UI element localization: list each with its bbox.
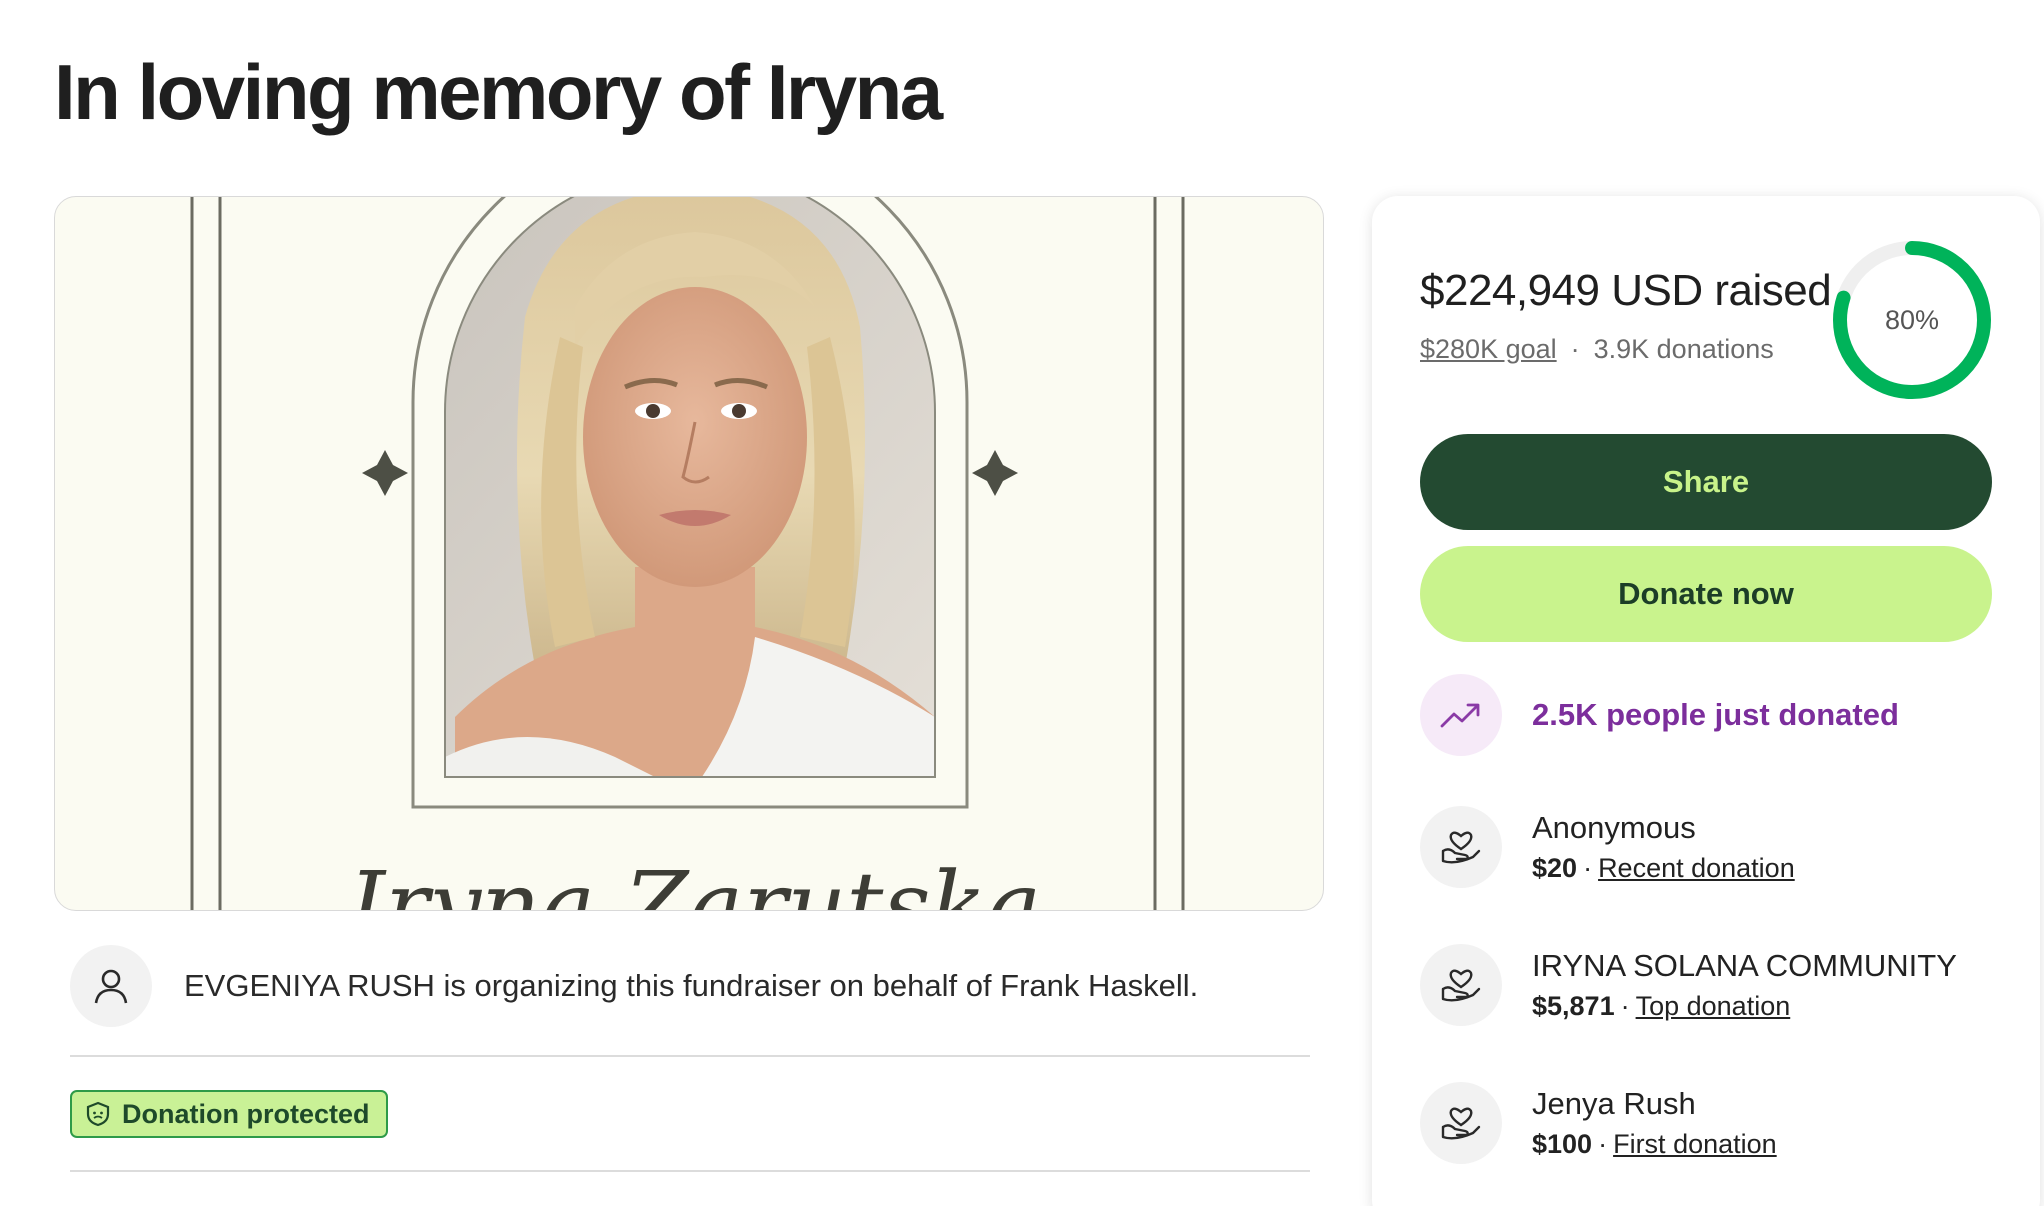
divider bbox=[70, 1170, 1310, 1172]
page-title: In loving memory of Iryna bbox=[54, 48, 943, 136]
progress-percent: 80% bbox=[1884, 304, 1940, 335]
donation-count: 3.9K donations bbox=[1593, 334, 1774, 364]
person-icon bbox=[94, 969, 128, 1004]
donor-item: Anonymous $20 · Recent donation bbox=[1420, 806, 1795, 888]
donor-icon-circle bbox=[1420, 944, 1502, 1026]
organizer-avatar[interactable] bbox=[70, 945, 152, 1027]
goal-stats: $280K goal · 3.9K donations bbox=[1420, 334, 1774, 365]
share-button[interactable]: Share bbox=[1420, 434, 1992, 530]
donation-card: $224,949 USD raised $280K goal · 3.9K do… bbox=[1372, 196, 2040, 1206]
donor-amount: $20 bbox=[1532, 853, 1578, 883]
donor-name: Jenya Rush bbox=[1532, 1086, 1696, 1121]
heart-hand-icon bbox=[1441, 969, 1481, 1002]
donor-amount: $100 bbox=[1532, 1129, 1593, 1159]
donor-separator: · bbox=[1620, 991, 1630, 1021]
heart-hand-icon bbox=[1441, 1107, 1481, 1140]
organizer-row: EVGENIYA RUSH is organizing this fundrai… bbox=[70, 945, 1310, 1027]
donor-icon-circle bbox=[1420, 1082, 1502, 1164]
divider bbox=[70, 1055, 1310, 1057]
badge-label: Donation protected bbox=[122, 1098, 370, 1129]
heart-hand-icon bbox=[1441, 831, 1481, 864]
trend-icon-circle bbox=[1420, 674, 1502, 756]
sparkle-icon bbox=[972, 450, 1018, 496]
donor-item: Jenya Rush $100 · First donation bbox=[1420, 1082, 1777, 1164]
donor-amount: $5,871 bbox=[1532, 991, 1615, 1021]
donation-type-link[interactable]: Recent donation bbox=[1598, 853, 1795, 883]
amount-raised: $224,949 USD raised bbox=[1420, 266, 1832, 315]
sparkle-icon bbox=[362, 450, 408, 496]
donor-item: IRYNA SOLANA COMMUNITY $5,871 · Top donati… bbox=[1420, 944, 1957, 1026]
donate-now-button[interactable]: Donate now bbox=[1420, 546, 1992, 642]
goal-link[interactable]: $280K goal bbox=[1420, 334, 1557, 365]
campaign-hero-image[interactable]: Iryna Zarutska bbox=[54, 196, 1324, 911]
trending-up-icon bbox=[1440, 703, 1480, 728]
memorial-portrait: Iryna Zarutska bbox=[190, 197, 1185, 911]
donor-name: IRYNA SOLANA COMMUNITY bbox=[1532, 948, 1957, 983]
memorial-name-text: Iryna Zarutska bbox=[347, 852, 1041, 911]
stats-separator: · bbox=[1570, 334, 1580, 364]
donor-separator: · bbox=[1598, 1129, 1608, 1159]
recent-donations-text: 2.5K people just donated bbox=[1532, 697, 1899, 732]
donation-type-link[interactable]: Top donation bbox=[1636, 991, 1791, 1021]
donor-name: Anonymous bbox=[1532, 810, 1696, 845]
organizer-text: EVGENIYA RUSH is organizing this fundrai… bbox=[184, 968, 1199, 1003]
recent-activity: 2.5K people just donated bbox=[1420, 674, 1899, 756]
donation-protected-badge[interactable]: Donation protected bbox=[70, 1090, 388, 1138]
donor-separator: · bbox=[1583, 853, 1593, 883]
shield-icon bbox=[86, 1101, 110, 1127]
donation-type-link[interactable]: First donation bbox=[1613, 1129, 1777, 1159]
donor-icon-circle bbox=[1420, 806, 1502, 888]
